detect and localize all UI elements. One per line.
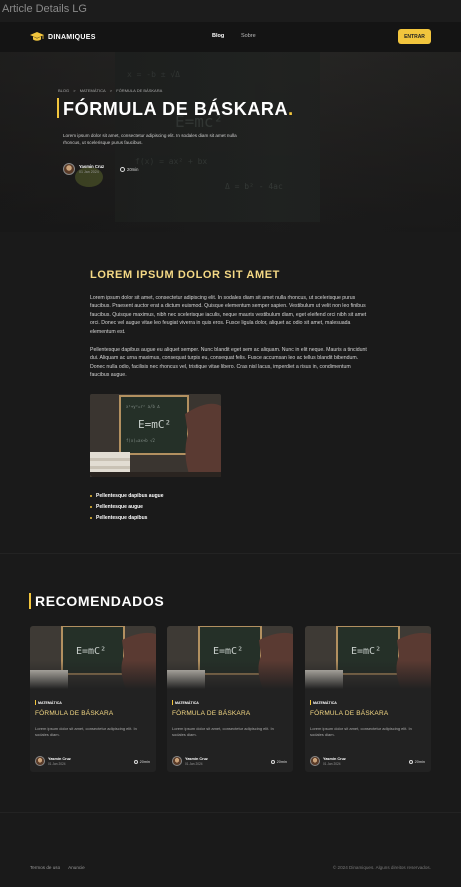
list-item: Pellentesque dapibus augue bbox=[90, 490, 164, 501]
article-paragraph: Pellentesque dapibus augue eu aliquet se… bbox=[90, 347, 367, 379]
card-read-time: 20min bbox=[270, 760, 287, 764]
recommended-card[interactable]: E=mC² MATEMÁTICA FÓRMULA DE BÁSKARA Lore… bbox=[30, 626, 156, 772]
author-name: Yasmin Cruz bbox=[48, 756, 71, 761]
page-title: FÓRMULA DE BÁSKARA. bbox=[63, 99, 294, 120]
footer-links: Termos de uso Anuncie bbox=[30, 865, 85, 870]
author-date: 01 Jan 2024 bbox=[323, 761, 341, 766]
nav-blog-link[interactable]: Blog bbox=[212, 33, 224, 39]
logo-text: DINAMIQUES bbox=[48, 33, 96, 41]
card-title: FÓRMULA DE BÁSKARA bbox=[172, 710, 251, 717]
card-image: E=mC² bbox=[167, 626, 293, 689]
list-item: Pellentesque dapibus bbox=[90, 513, 164, 524]
clock-icon bbox=[408, 760, 413, 764]
svg-text:f(x)=ax+b √2: f(x)=ax+b √2 bbox=[126, 438, 155, 443]
author-name: Yasmin Cruz bbox=[323, 756, 346, 761]
section-divider bbox=[0, 812, 461, 813]
page: DINAMIQUES Blog Sobre ENTRAR x = -b ± √Δ… bbox=[0, 22, 461, 887]
footer-link-termos[interactable]: Termos de uso bbox=[30, 865, 60, 870]
author-name: Yasmin Cruz bbox=[185, 756, 208, 761]
logo[interactable]: DINAMIQUES bbox=[30, 31, 96, 43]
chalkboard-thumbnail: E=mC² bbox=[30, 626, 156, 689]
card-image: E=mC² bbox=[30, 626, 156, 689]
card-description: Lorem ipsum dolor sit amet, consectetur … bbox=[310, 726, 412, 737]
hero-banner: x = -b ± √Δ E=mc² f(x) = ax² + bx Δ = b²… bbox=[0, 52, 461, 232]
article-image: E=mC² x²+y²=r² a/b Δ f(x)=ax+b √2 bbox=[90, 394, 221, 477]
page-title-text: FÓRMULA DE BÁSKARA bbox=[63, 99, 289, 119]
author-block: Yasmin Cruz 01 Jan 2024 bbox=[63, 163, 104, 175]
avatar bbox=[35, 756, 45, 766]
card-description: Lorem ipsum dolor sit amet, consectetur … bbox=[172, 726, 274, 737]
read-time: 20min bbox=[120, 167, 138, 172]
avatar bbox=[63, 163, 75, 175]
clock-icon bbox=[133, 760, 138, 764]
article-heading: LOREM IPSUM DOLOR SIT AMET bbox=[90, 269, 280, 281]
breadcrumb-current: FÓRMULA DE BÁSKARA bbox=[116, 88, 163, 93]
breadcrumb-matematica[interactable]: MATEMÁTICA bbox=[80, 88, 106, 93]
card-image: E=mC² bbox=[305, 626, 431, 689]
nav-sobre-link[interactable]: Sobre bbox=[241, 33, 256, 39]
card-author: Yasmin Cruz 01 Jan 2024 bbox=[172, 756, 208, 766]
read-time-text: 20min bbox=[127, 167, 139, 172]
read-time-text: 20min bbox=[139, 760, 150, 764]
breadcrumb-separator: > bbox=[73, 88, 76, 93]
card-title: FÓRMULA DE BÁSKARA bbox=[35, 710, 114, 717]
card-read-time: 20min bbox=[133, 760, 150, 764]
card-author: Yasmin Cruz 01 Jan 2024 bbox=[35, 756, 71, 766]
card-tag: MATEMÁTICA bbox=[310, 700, 337, 705]
chalkboard-thumbnail: E=mC² bbox=[167, 626, 293, 689]
author-date: 01 Jan 2024 bbox=[185, 761, 203, 766]
recommended-accent-bar bbox=[29, 593, 31, 609]
clock-icon bbox=[120, 167, 125, 172]
breadcrumb-blog[interactable]: BLOG bbox=[58, 88, 69, 93]
site-header: DINAMIQUES Blog Sobre ENTRAR bbox=[0, 22, 461, 52]
graduation-cap-icon bbox=[30, 32, 44, 41]
recommended-title: RECOMENDADOS bbox=[35, 593, 165, 609]
article-bullet-list: Pellentesque dapibus augue Pellentesque … bbox=[90, 490, 164, 524]
read-time-text: 20min bbox=[414, 760, 425, 764]
article-paragraph: Lorem ipsum dolor sit amet, consectetur … bbox=[90, 295, 367, 335]
clock-icon bbox=[270, 760, 275, 764]
hero-description: Lorem ipsum dolor sit amet, consectetur … bbox=[63, 133, 237, 145]
copyright: © 2024 Dinamiques. Alguns direitos reser… bbox=[332, 865, 431, 870]
card-title: FÓRMULA DE BÁSKARA bbox=[310, 710, 389, 717]
avatar bbox=[172, 756, 182, 766]
list-item: Pellentesque augue bbox=[90, 501, 164, 512]
recommended-card[interactable]: E=mC² MATEMÁTICA FÓRMULA DE BÁSKARA Lore… bbox=[167, 626, 293, 772]
section-divider bbox=[0, 553, 461, 554]
window-title: Article Details LG bbox=[0, 0, 461, 22]
card-tag: MATEMÁTICA bbox=[35, 700, 62, 705]
recommended-card[interactable]: E=mC² MATEMÁTICA FÓRMULA DE BÁSKARA Lore… bbox=[305, 626, 431, 772]
title-accent-bar bbox=[57, 98, 59, 118]
chalkboard-illustration: E=mC² x²+y²=r² a/b Δ f(x)=ax+b √2 bbox=[90, 394, 221, 477]
svg-text:x²+y²=r² a/b Δ: x²+y²=r² a/b Δ bbox=[126, 404, 160, 409]
card-read-time: 20min bbox=[408, 760, 425, 764]
svg-text:E=mC²: E=mC² bbox=[138, 418, 171, 431]
read-time-text: 20min bbox=[276, 760, 287, 764]
card-tag: MATEMÁTICA bbox=[172, 700, 199, 705]
title-dot: . bbox=[288, 99, 294, 119]
card-author: Yasmin Cruz 01 Jan 2024 bbox=[310, 756, 346, 766]
author-date: 01 Jan 2024 bbox=[79, 170, 99, 174]
breadcrumb-separator: > bbox=[109, 88, 113, 93]
entrar-button[interactable]: ENTRAR bbox=[398, 29, 431, 44]
card-description: Lorem ipsum dolor sit amet, consectetur … bbox=[35, 726, 137, 737]
footer-link-anuncie[interactable]: Anuncie bbox=[68, 865, 85, 870]
chalkboard-thumbnail: E=mC² bbox=[305, 626, 431, 689]
author-date: 01 Jan 2024 bbox=[48, 761, 66, 766]
breadcrumb: BLOG > MATEMÁTICA > FÓRMULA DE BÁSKARA bbox=[58, 88, 165, 93]
author-name: Yasmin Cruz bbox=[79, 164, 105, 169]
avatar bbox=[310, 756, 320, 766]
